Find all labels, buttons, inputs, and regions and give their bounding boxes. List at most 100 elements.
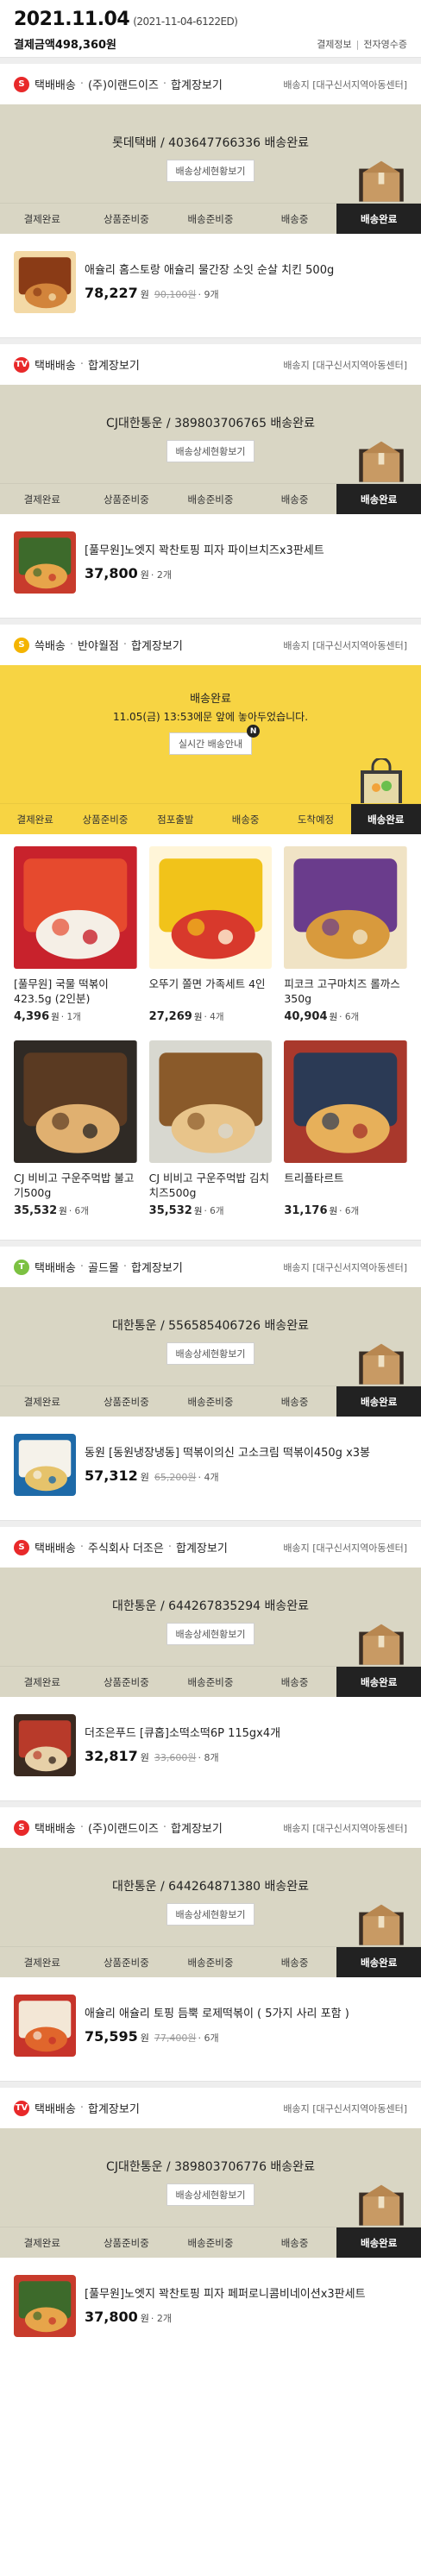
seller-name: 골드몰 [87, 1262, 119, 1275]
product-name[interactable]: CJ 비비고 구운주먹밥 불고기500g [14, 1172, 137, 1201]
tracking-detail-button[interactable]: 배송상세현황보기 [166, 1903, 255, 1926]
product-thumbnail[interactable] [14, 251, 76, 313]
fried-chicken-package-image [14, 251, 76, 313]
product-quantity: · 6개 [198, 2033, 219, 2045]
product-name[interactable]: [풀무원]노엣지 꽉찬토핑 피자 페퍼로니콤비네이션x3판세트 [85, 2287, 366, 2303]
product-price: 40,904 [284, 1010, 328, 1023]
delivery-step: 결제완료 [16, 813, 53, 826]
tracking-detail-button[interactable]: 배송상세현황보기 [166, 160, 255, 182]
product-name[interactable]: 애슐리 애슐리 토핑 듬뿍 로제떡볶이 ( 5가지 사리 포함 ) [85, 2007, 349, 2022]
tracking-info: 대한통운 / 644264871380 배송완료 [112, 1880, 309, 1894]
delivery-step: 상품준비중 [103, 2236, 149, 2249]
shipment-header: S 택배배송 · (주)이랜드이즈 · 합계장보기 배송지 [대구신서지역아동센터] [0, 1807, 421, 1848]
product-card[interactable]: CJ 비비고 구운주먹밥 불고기500g 35,532 원 · 6개 [14, 1040, 137, 1217]
product-name[interactable]: 동원 [동원냉장냉동] 떡볶이의신 고소크림 떡볶이450g x3봉 [85, 1446, 370, 1461]
delivery-step: 결제완료 [23, 1675, 60, 1688]
product-item[interactable]: [풀무원]노엣지 꽉찬토핑 피자 페퍼로니콤비네이션x3판세트 37,800 원 … [0, 2258, 421, 2361]
merge-label: 합계장보기 [171, 1823, 223, 1836]
product-item[interactable]: 더조은푸드 [큐홉]소떡소떡6P 115gx4개 32,817 원 33,600원… [0, 1697, 421, 1800]
merge-label: 합계장보기 [131, 640, 183, 653]
rose-tteokbokki-dish-image [14, 1995, 76, 2057]
product-thumbnail[interactable] [14, 1434, 76, 1496]
tracking-detail-button[interactable]: 배송상세현황보기 [166, 1342, 255, 1365]
delivery-step: 배송준비중 [187, 212, 234, 225]
shipping-type-badge: TV [14, 2100, 29, 2116]
delivery-step: 배송완료 [336, 1947, 421, 1977]
seller-name: 주식회사 더조은 [87, 1542, 164, 1555]
product-name[interactable]: [풀무원]노엣지 꽉찬토핑 피자 파이브치즈x3판세트 [85, 543, 324, 559]
product-item[interactable]: 애슐리 애슐리 토핑 듬뿍 로제떡볶이 ( 5가지 사리 포함 ) 75,595… [0, 1977, 421, 2081]
shipping-type-badge: TV [14, 356, 29, 373]
delivery-step: 상품준비중 [103, 493, 149, 506]
shipment-group: S 택배배송 · (주)이랜드이즈 · 합계장보기 배송지 [대구신서지역아동센터]… [0, 1807, 421, 2081]
product-card[interactable]: CJ 비비고 구운주먹밥 김치치즈500g 35,532 원 · 6개 [148, 1040, 273, 1217]
product-price: 37,800 [85, 565, 138, 582]
product-card[interactable]: 트리플타르트 31,176 원 · 6개 [284, 1040, 407, 1217]
tracking-detail-button[interactable]: 배송상세현황보기 [166, 440, 255, 462]
seller-name: 반야월점 [78, 640, 119, 653]
product-name[interactable]: [풀무원] 국물 떡볶이 423.5g (2인분) [14, 977, 137, 1007]
product-thumbnail[interactable] [148, 1040, 273, 1163]
shipping-type-badge: T [14, 1259, 29, 1275]
product-item[interactable]: [풀무원]노엣지 꽉찬토핑 피자 파이브치즈x3판세트 37,800 원 · 2개 [0, 514, 421, 618]
product-price: 35,532 [14, 1204, 58, 1217]
delivery-step: 배송중 [280, 2236, 309, 2249]
product-thumbnail[interactable] [284, 1040, 407, 1163]
tracking-detail-button[interactable]: 배송상세현황보기 [166, 1623, 255, 1645]
product-thumbnail[interactable] [14, 846, 137, 969]
shipping-type-badge: S [14, 637, 29, 653]
product-card[interactable]: [풀무원] 국물 떡볶이 423.5g (2인분) 4,396 원 · 1개 [14, 846, 137, 1023]
section-separator [0, 2081, 421, 2088]
product-name[interactable]: CJ 비비고 구운주먹밥 김치치즈500g [149, 1172, 273, 1201]
product-item[interactable]: 애슐리 홈스토랑 애슐리 물간장 소잇 순살 치킨 500g 78,227 원 9… [0, 234, 421, 337]
shipment-header: S 택배배송 · (주)이랜드이즈 · 합계장보기 배송지 [대구신서지역아동센터] [0, 64, 421, 104]
product-thumbnail[interactable] [14, 531, 76, 594]
pizza-package-image [14, 531, 76, 594]
product-name[interactable]: 오뚜기 쫄면 가족세트 4인 [149, 977, 273, 1007]
receipt-link[interactable]: 전자영수증 [363, 39, 407, 50]
realtime-tracking-button[interactable]: 실시간 배송안내 N [168, 725, 261, 755]
jjolmyeon-package-image [148, 846, 273, 969]
shipping-address: 배송지 [대구신서지역아동센터] [283, 2102, 407, 2114]
product-item[interactable]: 동원 [동원냉장냉동] 떡볶이의신 고소크림 떡볶이450g x3봉 57,31… [0, 1417, 421, 1520]
delivery-step: 상품준비중 [103, 1395, 149, 1408]
shipment-group: T 택배배송 · 골드몰 · 합계장보기 배송지 [대구신서지역아동센터] 대한통운… [0, 1247, 421, 1520]
product-name[interactable]: 애슐리 홈스토랑 애슐리 물간장 소잇 순살 치킨 500g [85, 263, 334, 279]
product-name[interactable]: 더조은푸드 [큐홉]소떡소떡6P 115gx4개 [85, 1726, 280, 1742]
product-name[interactable]: 트리플타르트 [284, 1172, 407, 1201]
seller-name: (주)이랜드이즈 [87, 79, 159, 92]
tracking-info: CJ대한통운 / 389803706776 배송완료 [106, 2160, 315, 2174]
sotteok-package-image [14, 1714, 76, 1776]
delivery-step: 배송완료 [350, 804, 421, 834]
product-name[interactable]: 피코크 고구마치즈 롤까스 350g [284, 977, 407, 1007]
product-thumbnail[interactable] [14, 1995, 76, 2057]
shipment-group: S 쓱배송 · 반야월점 · 합계장보기 배송지 [대구신서지역아동센터] 배송완료… [0, 625, 421, 1240]
shipping-address: 배송지 [대구신서지역아동센터] [283, 79, 407, 91]
shipment-header: T 택배배송 · 골드몰 · 합계장보기 배송지 [대구신서지역아동센터] [0, 1247, 421, 1287]
product-quantity: · 6개 [68, 1206, 89, 1216]
product-quantity: · 6개 [339, 1206, 360, 1216]
delivery-status: 배송완료 [190, 693, 231, 706]
payment-info-link[interactable]: 결제정보 [317, 39, 351, 50]
delivery-step: 배송완료 [336, 2227, 421, 2258]
product-thumbnail[interactable] [148, 846, 273, 969]
product-thumbnail[interactable] [284, 846, 407, 969]
product-quantity: · 6개 [339, 1012, 360, 1022]
product-price: 35,532 [148, 1204, 192, 1217]
delivery-step: 결제완료 [23, 1956, 60, 1969]
delivery-steps: 결제완료 상품준비중 배송준비중 배송중 배송완료 [0, 483, 421, 514]
product-thumbnail[interactable] [14, 1040, 137, 1163]
product-thumbnail[interactable] [14, 1714, 76, 1776]
product-card[interactable]: 피코크 고구마치즈 롤까스 350g 40,904 원 · 6개 [284, 846, 407, 1023]
delivery-status-panel: 대한통운 / 644267835294 배송완료 배송상세현황보기 [0, 1568, 421, 1666]
shipment-header: TV 택배배송 · 합계장보기 배송지 [대구신서지역아동센터] [14, 2100, 407, 2116]
shipping-type-badge: S [14, 1819, 29, 1836]
product-thumbnail[interactable] [14, 2275, 76, 2337]
section-separator [0, 1520, 421, 1527]
tracking-detail-button[interactable]: 배송상세현황보기 [166, 2183, 255, 2206]
shipping-type: 택배배송 [35, 1262, 76, 1275]
merge-label: 합계장보기 [87, 2103, 140, 2116]
shipment-group: S 택배배송 · (주)이랜드이즈 · 합계장보기 배송지 [대구신서지역아동센터]… [0, 64, 421, 337]
product-card[interactable]: 오뚜기 쫄면 가족세트 4인 27,269 원 · 4개 [148, 846, 273, 1023]
delivery-steps: 결제완료 상품준비중 배송준비중 배송중 배송완료 [0, 203, 421, 234]
